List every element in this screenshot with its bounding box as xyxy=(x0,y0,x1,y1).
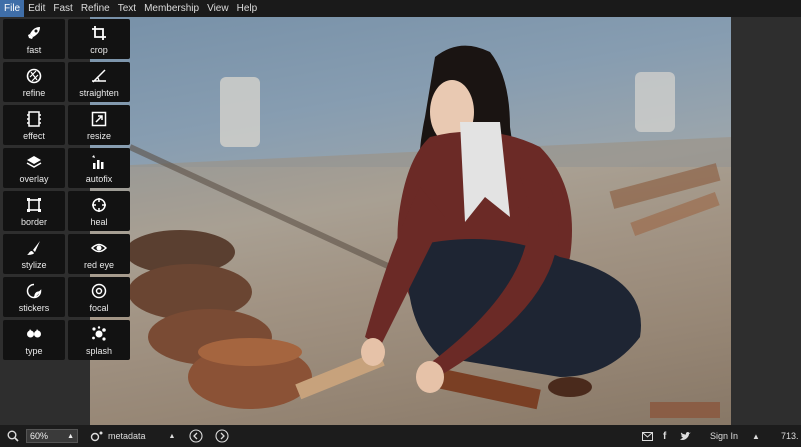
photo-canvas[interactable] xyxy=(90,17,731,425)
metadata-label: metadata xyxy=(108,431,146,441)
tool-label: stylize xyxy=(21,259,47,270)
tool-label: focal xyxy=(89,302,109,313)
film-icon xyxy=(25,110,43,128)
straighten-icon xyxy=(90,67,108,85)
tool-fast[interactable]: fast xyxy=(3,19,65,59)
chevron-up-icon: ▲ xyxy=(168,432,176,440)
tool-overlay[interactable]: overlay xyxy=(3,148,65,188)
tool-type[interactable]: type xyxy=(3,320,65,360)
menu-help[interactable]: Help xyxy=(233,0,262,17)
eye-icon xyxy=(90,239,108,257)
menu-bar: File Edit Fast Refine Text Membership Vi… xyxy=(0,0,801,17)
menu-file[interactable]: File xyxy=(0,0,25,17)
search-icon[interactable] xyxy=(7,425,19,447)
tool-label: refine xyxy=(22,87,46,98)
coordinate-readout: 713. xyxy=(781,431,799,441)
chevron-right-icon xyxy=(215,429,229,443)
resize-icon xyxy=(90,110,108,128)
tool-label: red eye xyxy=(83,259,115,270)
tool-label: crop xyxy=(90,44,108,55)
tool-label: straighten xyxy=(79,87,119,98)
splash-icon xyxy=(90,325,108,343)
right-pane xyxy=(731,17,801,425)
tool-label: effect xyxy=(23,130,45,141)
sign-in-link[interactable]: Sign In xyxy=(710,425,738,447)
brush-icon xyxy=(25,239,43,257)
tool-label: stickers xyxy=(18,302,50,313)
menu-edit[interactable]: Edit xyxy=(24,0,49,17)
tool-border[interactable]: border xyxy=(3,191,65,231)
aperture-icon xyxy=(25,67,43,85)
autofix-icon xyxy=(90,153,108,171)
tool-stylize[interactable]: stylize xyxy=(3,234,65,274)
menu-refine[interactable]: Refine xyxy=(77,0,114,17)
crop-icon xyxy=(90,24,108,42)
tool-splash[interactable]: splash xyxy=(68,320,130,360)
tool-label: fast xyxy=(26,44,42,55)
focal-icon xyxy=(90,282,108,300)
facebook-icon[interactable]: f xyxy=(663,425,666,447)
chevron-up-icon[interactable]: ▲ xyxy=(752,425,760,447)
menu-membership[interactable]: Membership xyxy=(140,0,203,17)
tool-autofix[interactable]: autofix xyxy=(68,148,130,188)
rocket-icon xyxy=(25,24,43,42)
tool-label: heal xyxy=(90,216,108,227)
twitter-icon[interactable] xyxy=(680,425,691,447)
tools-panel: fast crop refine straighten effect resiz… xyxy=(3,19,131,360)
menu-view[interactable]: View xyxy=(203,0,233,17)
crosshair-icon xyxy=(90,196,108,214)
tool-straighten[interactable]: straighten xyxy=(68,62,130,102)
tool-refine[interactable]: refine xyxy=(3,62,65,102)
zoom-select[interactable]: 60% ▲ xyxy=(26,429,78,443)
metadata-button[interactable]: metadata ▲ xyxy=(90,425,175,447)
next-button[interactable] xyxy=(215,425,229,447)
photo-image xyxy=(90,17,731,425)
menu-fast[interactable]: Fast xyxy=(49,0,76,17)
status-bar: 60% ▲ metadata ▲ f Sign In ▲ 713. xyxy=(0,425,801,447)
chevron-left-icon xyxy=(189,429,203,443)
tool-stickers[interactable]: stickers xyxy=(3,277,65,317)
tool-label: type xyxy=(25,345,43,356)
tool-crop[interactable]: crop xyxy=(68,19,130,59)
metadata-icon xyxy=(90,431,103,442)
quote-icon xyxy=(25,325,43,343)
sticker-icon xyxy=(25,282,43,300)
email-icon[interactable] xyxy=(642,425,653,447)
menu-text[interactable]: Text xyxy=(114,0,140,17)
zoom-value: 60% xyxy=(30,431,49,441)
tool-effect[interactable]: effect xyxy=(3,105,65,145)
tool-red-eye[interactable]: red eye xyxy=(68,234,130,274)
tool-label: resize xyxy=(86,130,111,141)
tool-label: overlay xyxy=(19,173,49,184)
layers-icon xyxy=(25,153,43,171)
tool-label: splash xyxy=(85,345,112,356)
chevron-up-icon: ▲ xyxy=(67,432,74,440)
workspace: fast crop refine straighten effect resiz… xyxy=(0,17,801,425)
previous-button[interactable] xyxy=(189,425,203,447)
tool-resize[interactable]: resize xyxy=(68,105,130,145)
border-icon xyxy=(25,196,43,214)
tool-heal[interactable]: heal xyxy=(68,191,130,231)
tool-label: border xyxy=(20,216,47,227)
tool-focal[interactable]: focal xyxy=(68,277,130,317)
tool-label: autofix xyxy=(85,173,113,184)
